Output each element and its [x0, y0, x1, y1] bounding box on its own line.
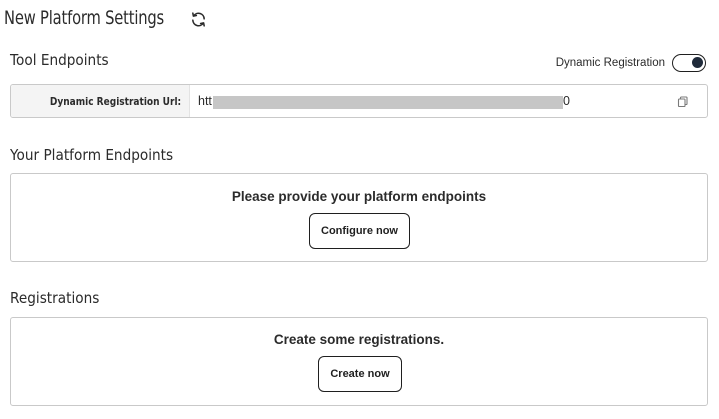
redacted-url	[213, 96, 563, 109]
platform-endpoints-card: Please provide your platform endpoints C…	[10, 173, 708, 262]
copy-icon	[677, 96, 688, 108]
registrations-message: Create some registrations.	[273, 332, 445, 347]
title-row: New Platform Settings	[4, 4, 190, 32]
refresh-button[interactable]	[188, 9, 208, 29]
platform-endpoints-title: Your Platform Endpoints	[10, 146, 174, 164]
dynamic-registration-url-field: Dynamic Registration Url: htt 0	[10, 84, 708, 118]
toggle-knob	[692, 57, 703, 68]
configure-now-button[interactable]: Configure now	[309, 213, 410, 249]
dynamic-registration-label: Dynamic Registration	[555, 57, 665, 69]
create-now-button[interactable]: Create now	[318, 356, 402, 392]
page-title: New Platform Settings	[4, 7, 165, 29]
registrations-card: Create some registrations. Create now	[10, 317, 708, 406]
copy-button[interactable]	[677, 96, 689, 108]
registrations-title: Registrations	[10, 289, 100, 307]
platform-settings-page: New Platform Settings Tool Endpoints Dyn…	[0, 0, 719, 419]
url-label: Dynamic Registration Url:	[11, 85, 190, 117]
dynamic-registration-toggle[interactable]	[672, 54, 706, 72]
url-suffix: 0	[563, 94, 570, 108]
url-prefix: htt	[198, 94, 212, 108]
dynamic-registration-control: Dynamic Registration	[556, 53, 706, 73]
url-value[interactable]: htt 0	[190, 85, 707, 117]
tool-endpoints-title: Tool Endpoints	[10, 51, 109, 69]
platform-endpoints-message: Please provide your platform endpoints	[231, 189, 487, 204]
refresh-icon	[191, 11, 205, 27]
